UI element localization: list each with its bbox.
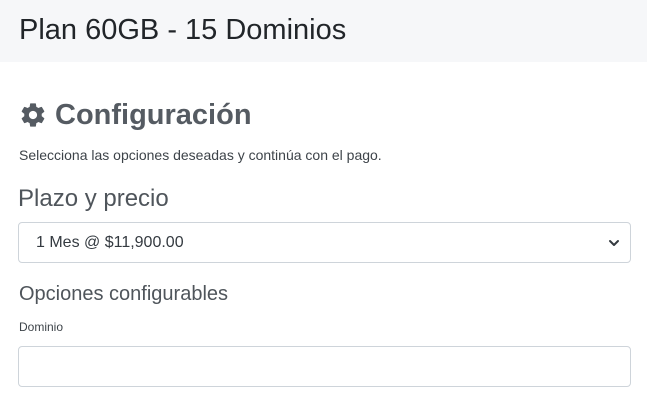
product-title: Plan 60GB - 15 Dominios [19, 14, 347, 46]
domain-label: Dominio [19, 320, 64, 334]
configuration-title: Configuración [55, 99, 252, 131]
configurable-options-heading: Opciones configurables [19, 283, 229, 305]
billing-cycle-value: 1 Mes @ $11,900.00 [36, 233, 184, 251]
page-header: Plan 60GB - 15 Dominios [0, 0, 647, 62]
chevron-down-icon [608, 237, 620, 249]
configuration-heading: Configuración [19, 96, 252, 134]
billing-term-heading: Plazo y precio [18, 185, 169, 212]
gear-icon [19, 101, 47, 129]
billing-cycle-select[interactable]: 1 Mes @ $11,900.00 [18, 222, 631, 263]
domain-input[interactable] [18, 346, 631, 387]
configuration-subtitle: Selecciona las opciones deseadas y conti… [19, 147, 382, 163]
